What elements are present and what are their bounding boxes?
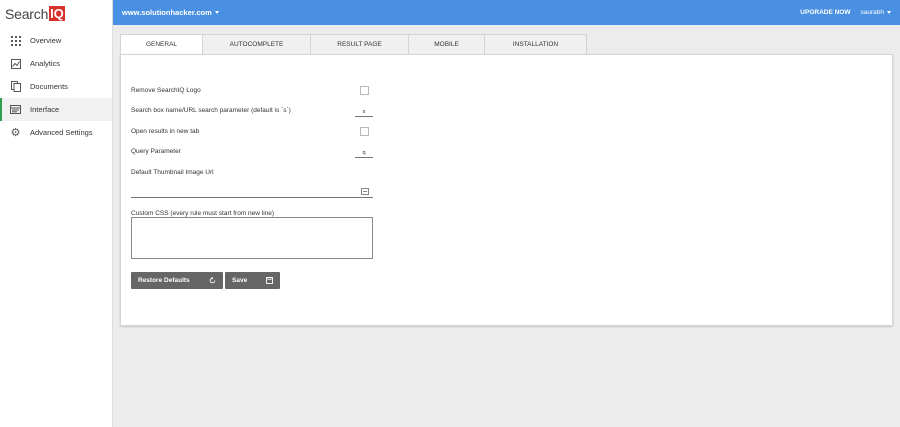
new-tab-label: Open results in new tab bbox=[131, 128, 200, 135]
thumbnail-url-input[interactable] bbox=[131, 188, 373, 198]
site-name: www.solutionhacker.com bbox=[122, 8, 212, 17]
sidebar-item-label: Interface bbox=[30, 105, 60, 114]
save-button[interactable]: Save bbox=[225, 272, 280, 289]
username: saurabh bbox=[860, 9, 885, 16]
custom-css-textarea[interactable] bbox=[131, 217, 373, 259]
settings-tabs: GENERAL AUTOCOMPLETE RESULT PAGE MOBILE … bbox=[120, 34, 587, 55]
chevron-down-icon bbox=[887, 11, 891, 14]
custom-css-label: Custom CSS (every rule must start from n… bbox=[131, 210, 275, 217]
remove-logo-label: Remove SearchIQ Logo bbox=[131, 87, 201, 94]
save-label: Save bbox=[232, 277, 248, 284]
tab-general[interactable]: GENERAL bbox=[120, 34, 203, 55]
site-selector[interactable]: www.solutionhacker.com bbox=[122, 8, 219, 17]
searchiq-logo[interactable]: Search IQ bbox=[0, 0, 112, 27]
sidebar-item-label: Documents bbox=[30, 82, 68, 91]
logo-text: Search bbox=[5, 5, 49, 22]
query-param-input[interactable]: q bbox=[355, 149, 373, 158]
search-param-input[interactable]: s bbox=[355, 108, 373, 117]
tab-mobile[interactable]: MOBILE bbox=[409, 34, 485, 55]
sidebar-item-label: Advanced Settings bbox=[30, 128, 93, 137]
grid-icon bbox=[10, 35, 21, 46]
restore-defaults-button[interactable]: Restore Defaults bbox=[131, 272, 223, 289]
image-icon bbox=[361, 188, 369, 195]
sidebar-item-overview[interactable]: Overview bbox=[0, 29, 112, 52]
user-menu[interactable]: saurabh bbox=[860, 9, 891, 16]
new-tab-checkbox[interactable] bbox=[360, 127, 369, 136]
tab-result-page[interactable]: RESULT PAGE bbox=[311, 34, 409, 55]
query-param-label: Query Parameter bbox=[131, 148, 181, 155]
sidebar-item-analytics[interactable]: Analytics bbox=[0, 52, 112, 75]
sidebar-item-advanced-settings[interactable]: ⚙ Advanced Settings bbox=[0, 121, 112, 144]
search-param-label: Search box name/URL search parameter (de… bbox=[131, 107, 291, 114]
top-bar: www.solutionhacker.com UPGRADE NOW saura… bbox=[113, 0, 900, 25]
restore-icon bbox=[209, 277, 216, 284]
sidebar-item-documents[interactable]: Documents bbox=[0, 75, 112, 98]
chart-icon bbox=[10, 58, 21, 69]
gear-icon: ⚙ bbox=[10, 127, 21, 139]
thumbnail-url-label: Default Thumbnail Image Url bbox=[131, 169, 214, 176]
chevron-down-icon bbox=[214, 11, 219, 14]
interface-icon bbox=[10, 104, 21, 115]
sidebar-item-label: Overview bbox=[30, 36, 62, 45]
logo-badge: IQ bbox=[49, 6, 65, 21]
tab-autocomplete[interactable]: AUTOCOMPLETE bbox=[203, 34, 311, 55]
floppy-icon bbox=[266, 277, 273, 284]
documents-icon bbox=[10, 81, 21, 92]
sidebar: Search IQ Overview Analytics Documents In… bbox=[0, 0, 113, 427]
remove-logo-checkbox[interactable] bbox=[360, 86, 369, 95]
tab-installation[interactable]: INSTALLATION bbox=[485, 34, 587, 55]
general-settings-panel: Remove SearchIQ Logo Search box name/URL… bbox=[120, 54, 893, 326]
upgrade-now-link[interactable]: UPGRADE NOW bbox=[800, 9, 850, 16]
restore-defaults-label: Restore Defaults bbox=[138, 277, 190, 284]
sidebar-item-interface[interactable]: Interface bbox=[0, 98, 112, 121]
sidebar-item-label: Analytics bbox=[30, 59, 61, 68]
